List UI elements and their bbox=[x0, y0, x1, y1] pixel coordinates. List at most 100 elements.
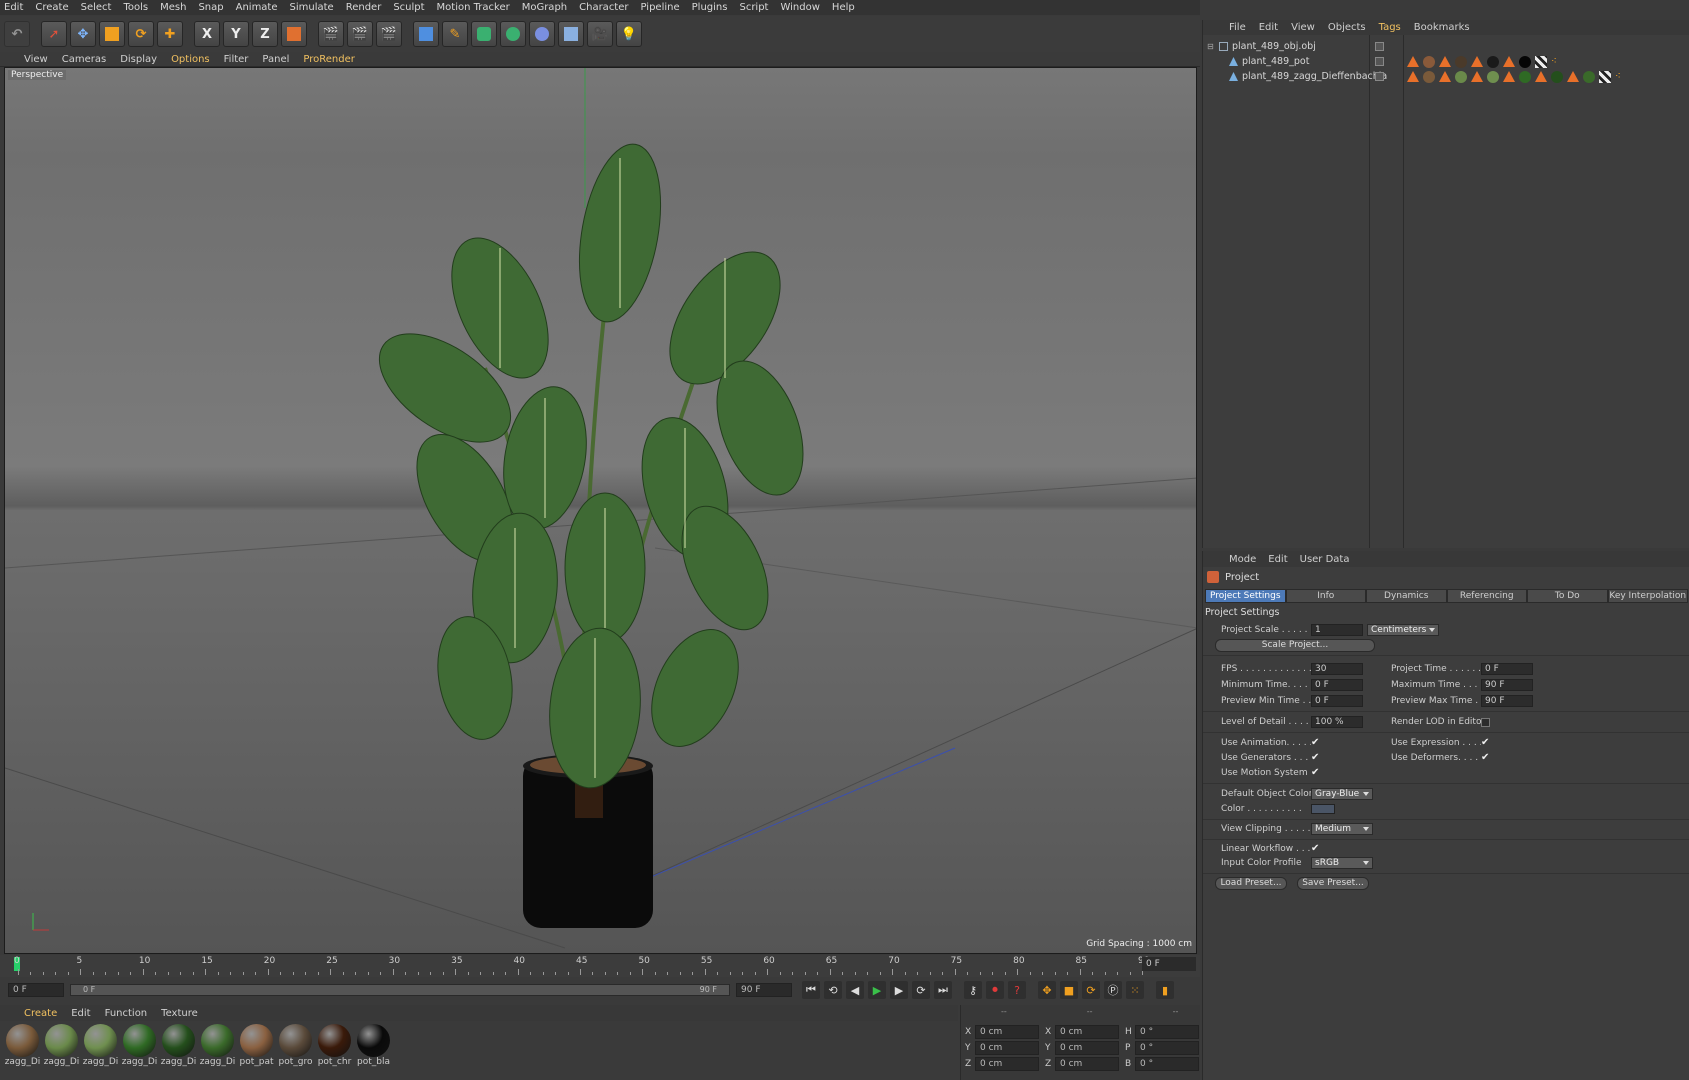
menu-mograph[interactable]: MoGraph bbox=[522, 2, 567, 13]
visibility-icon[interactable] bbox=[1375, 72, 1384, 81]
menu-simulate[interactable]: Simulate bbox=[290, 2, 334, 13]
timeline-ruler[interactable]: 051015202530354045505560657075808590 bbox=[0, 955, 1200, 977]
obj-menu-tags[interactable]: Tags bbox=[1379, 22, 1401, 33]
selection-tag-icon[interactable]: ⁖ bbox=[1615, 71, 1627, 83]
phong-tag-icon[interactable] bbox=[1439, 55, 1451, 67]
key-position-button[interactable]: ✥ bbox=[1038, 981, 1056, 999]
object-row[interactable]: ⊟ plant_489_obj.obj bbox=[1203, 39, 1689, 54]
phong-tag-icon[interactable] bbox=[1503, 70, 1515, 82]
keyframe-selection-button[interactable]: ? bbox=[1008, 981, 1026, 999]
view-clipping-dropdown[interactable]: Medium bbox=[1311, 823, 1373, 835]
use-motion-system-checkbox[interactable]: ✔ bbox=[1311, 767, 1320, 778]
object-row[interactable]: plant_489_zagg_Dieffenbachia ⁖ bbox=[1203, 69, 1689, 84]
attr-menu-user-data[interactable]: User Data bbox=[1300, 554, 1350, 565]
light-button[interactable]: 💡 bbox=[616, 21, 642, 47]
coordinate-system-button[interactable] bbox=[281, 21, 307, 47]
rotation-b-field[interactable]: 0 ° bbox=[1135, 1057, 1199, 1071]
subdivision-button[interactable] bbox=[471, 21, 497, 47]
key-parameter-button[interactable]: Ⓟ bbox=[1104, 981, 1122, 999]
rotate-tool-button[interactable]: ⟳ bbox=[128, 21, 154, 47]
project-scale-field[interactable]: 1 bbox=[1311, 624, 1363, 636]
material-tag-icon[interactable] bbox=[1455, 70, 1467, 83]
size-x-field[interactable]: 0 cm bbox=[1055, 1025, 1119, 1039]
menu-script[interactable]: Script bbox=[739, 2, 768, 13]
units-dropdown[interactable]: Centimeters bbox=[1367, 624, 1439, 636]
record-keys-button[interactable]: ⚷ bbox=[964, 981, 982, 999]
linear-workflow-checkbox[interactable]: ✔ bbox=[1311, 843, 1320, 854]
scale-project-button[interactable]: Scale Project... bbox=[1215, 639, 1375, 652]
material-tag-icon[interactable] bbox=[1455, 55, 1467, 68]
use-generators-checkbox[interactable]: ✔ bbox=[1311, 752, 1320, 763]
frame-range-slider[interactable]: 0 F 90 F bbox=[70, 984, 730, 996]
phong-tag-icon[interactable] bbox=[1567, 70, 1579, 82]
obj-menu-edit[interactable]: Edit bbox=[1259, 22, 1278, 33]
rotation-p-field[interactable]: 0 ° bbox=[1135, 1041, 1199, 1055]
render-view-button[interactable]: 🎬 bbox=[318, 21, 344, 47]
attr-menu-edit[interactable]: Edit bbox=[1268, 554, 1287, 565]
material-tag-icon[interactable] bbox=[1423, 70, 1435, 83]
attr-menu-mode[interactable]: Mode bbox=[1229, 554, 1256, 565]
material-tag-icon[interactable] bbox=[1519, 70, 1531, 83]
key-pla-button[interactable]: ⁙ bbox=[1126, 981, 1144, 999]
project-time-field[interactable]: 0 F bbox=[1481, 663, 1533, 675]
phong-tag-icon[interactable] bbox=[1407, 55, 1419, 67]
tab-project-settings[interactable]: Project Settings bbox=[1205, 589, 1286, 603]
phong-tag-icon[interactable] bbox=[1471, 55, 1483, 67]
selection-tag-icon[interactable]: ⁖ bbox=[1551, 56, 1563, 68]
key-scale-button[interactable]: ■ bbox=[1060, 981, 1078, 999]
key-rotation-button[interactable]: ⟳ bbox=[1082, 981, 1100, 999]
obj-menu-file[interactable]: File bbox=[1229, 22, 1246, 33]
material-tag-icon[interactable] bbox=[1487, 55, 1499, 68]
render-picture-viewer-button[interactable]: 🎬 bbox=[347, 21, 373, 47]
save-preset-button[interactable]: Save Preset... bbox=[1297, 877, 1369, 890]
use-deformers-checkbox[interactable]: ✔ bbox=[1481, 752, 1490, 763]
undo-button[interactable]: ↶ bbox=[4, 21, 30, 47]
vp-menu-options[interactable]: Options bbox=[171, 54, 210, 65]
material-tag-icon[interactable] bbox=[1583, 70, 1595, 83]
menu-window[interactable]: Window bbox=[780, 2, 819, 13]
phong-tag-icon[interactable] bbox=[1407, 70, 1419, 82]
material-swatch[interactable]: zagg_Di bbox=[83, 1022, 118, 1080]
menu-edit[interactable]: Edit bbox=[4, 2, 23, 13]
vp-menu-cameras[interactable]: Cameras bbox=[62, 54, 106, 65]
vp-menu-display[interactable]: Display bbox=[120, 54, 157, 65]
material-tag-icon[interactable] bbox=[1551, 70, 1563, 83]
menu-character[interactable]: Character bbox=[579, 2, 628, 13]
material-tag-icon[interactable] bbox=[1487, 70, 1499, 83]
material-tag-icon[interactable] bbox=[1519, 55, 1531, 68]
menu-render[interactable]: Render bbox=[346, 2, 382, 13]
transform-tool-button[interactable]: ✚ bbox=[157, 21, 183, 47]
preview-max-field[interactable]: 90 F bbox=[1481, 695, 1533, 707]
position-z-field[interactable]: 0 cm bbox=[975, 1057, 1039, 1071]
menu-motion-tracker[interactable]: Motion Tracker bbox=[437, 2, 510, 13]
pen-button[interactable]: ✎ bbox=[442, 21, 468, 47]
next-frame-button[interactable]: ▶ bbox=[890, 981, 908, 999]
z-axis-button[interactable]: Z bbox=[252, 21, 278, 47]
previous-key-button[interactable]: ⟲ bbox=[824, 981, 842, 999]
use-animation-checkbox[interactable]: ✔ bbox=[1311, 737, 1320, 748]
menu-plugins[interactable]: Plugins bbox=[692, 2, 728, 13]
play-button[interactable]: ▶ bbox=[868, 981, 886, 999]
y-axis-button[interactable]: Y bbox=[223, 21, 249, 47]
camera-button[interactable]: 🎥 bbox=[587, 21, 613, 47]
obj-menu-objects[interactable]: Objects bbox=[1328, 22, 1366, 33]
menu-select[interactable]: Select bbox=[81, 2, 112, 13]
position-x-field[interactable]: 0 cm bbox=[975, 1025, 1039, 1039]
size-y-field[interactable]: 0 cm bbox=[1055, 1041, 1119, 1055]
go-to-start-button[interactable]: ⏮ bbox=[802, 981, 820, 999]
menu-sculpt[interactable]: Sculpt bbox=[393, 2, 424, 13]
menu-animate[interactable]: Animate bbox=[236, 2, 278, 13]
render-settings-button[interactable]: 🎬 bbox=[376, 21, 402, 47]
color-swatch[interactable] bbox=[1311, 804, 1335, 814]
tab-key-interpolation[interactable]: Key Interpolation bbox=[1607, 589, 1688, 603]
material-swatch[interactable]: pot_chr bbox=[317, 1022, 352, 1080]
mat-menu-texture[interactable]: Texture bbox=[161, 1008, 198, 1019]
mat-menu-function[interactable]: Function bbox=[105, 1008, 148, 1019]
phong-tag-icon[interactable] bbox=[1503, 55, 1515, 67]
menu-snap[interactable]: Snap bbox=[198, 2, 223, 13]
obj-menu-bookmarks[interactable]: Bookmarks bbox=[1414, 22, 1470, 33]
scale-tool-button[interactable] bbox=[99, 21, 125, 47]
start-frame-field[interactable]: 0 F bbox=[8, 983, 64, 997]
visibility-icon[interactable] bbox=[1375, 57, 1384, 66]
menu-tools[interactable]: Tools bbox=[123, 2, 148, 13]
